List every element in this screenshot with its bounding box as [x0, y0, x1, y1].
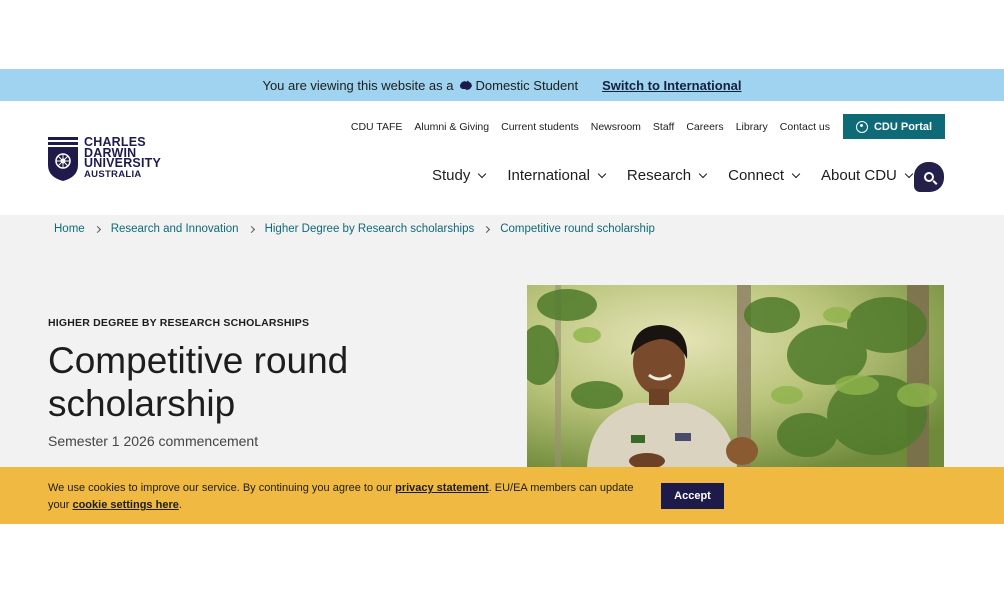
nav-item-label: Connect [728, 167, 784, 184]
utility-link-newsroom[interactable]: Newsroom [591, 121, 641, 133]
utility-link-alumni-giving[interactable]: Alumni & Giving [414, 121, 489, 133]
utility-nav: CDU TAFE Alumni & Giving Current student… [351, 121, 830, 133]
hero-section: Home Research and Innovation Higher Degr… [0, 215, 1004, 467]
page: You are viewing this website as a Domest… [0, 0, 1004, 591]
logo-wordmark: CHARLES DARWIN UNIVERSITY AUSTRALIA [84, 136, 162, 180]
breadcrumb-research-innovation[interactable]: Research and Innovation [111, 223, 239, 235]
page-subtitle: Semester 1 2026 commencement [48, 433, 259, 449]
search-button[interactable] [914, 162, 944, 192]
cookie-banner: We use cookies to improve our service. B… [0, 467, 1004, 524]
cookie-settings-link[interactable]: cookie settings here [72, 499, 178, 511]
australia-map-icon [459, 80, 472, 90]
utility-link-staff[interactable]: Staff [653, 121, 674, 133]
hero-image [527, 285, 944, 467]
breadcrumb-home[interactable]: Home [54, 223, 85, 235]
logo-line-4: AUSTRALIA [84, 168, 142, 180]
cookie-text-after: . [178, 499, 182, 511]
nav-item-label: Research [626, 167, 692, 184]
cookie-message: We use cookies to improve our service. B… [48, 480, 648, 514]
university-crest-icon [48, 137, 78, 181]
accept-cookies-button[interactable]: Accept [661, 483, 724, 509]
main-nav: Study International Research Connect Abo… [432, 167, 934, 184]
audience-current: Domestic Student [475, 77, 579, 93]
utility-link-library[interactable]: Library [736, 121, 768, 133]
chevron-down-icon [478, 169, 487, 179]
utility-link-current-students[interactable]: Current students [501, 121, 579, 133]
breadcrumb: Home Research and Innovation Higher Degr… [54, 223, 655, 235]
chevron-down-icon [597, 169, 607, 179]
nav-item-connect[interactable]: Connect [728, 167, 801, 184]
nav-item-research[interactable]: Research [626, 167, 708, 184]
utility-link-contact-us[interactable]: Contact us [780, 121, 830, 133]
chevron-right-icon [93, 225, 101, 233]
chevron-right-icon [483, 225, 491, 233]
cdu-portal-button[interactable]: CDU Portal [843, 114, 945, 139]
search-icon [924, 172, 934, 182]
site-header: CHARLES DARWIN UNIVERSITY AUSTRALIA CDU … [0, 101, 1004, 215]
hero-eyebrow: HIGHER DEGREE BY RESEARCH SCHOLARSHIPS [48, 317, 310, 329]
switch-to-international-link[interactable]: Switch to International [602, 78, 741, 93]
cdu-portal-label: CDU Portal [873, 120, 933, 133]
page-title: Competitive round scholarship [48, 340, 349, 424]
cdu-logo[interactable]: CHARLES DARWIN UNIVERSITY AUSTRALIA [48, 136, 162, 181]
hero-photo-illustration [527, 285, 944, 467]
chevron-right-icon [247, 225, 255, 233]
audience-status: You are viewing this website as a Domest… [262, 78, 578, 93]
breadcrumb-hdr-scholarships[interactable]: Higher Degree by Research scholarships [265, 223, 475, 235]
nav-item-about-cdu[interactable]: About CDU [821, 167, 914, 184]
nav-item-label: Study [432, 167, 471, 184]
chevron-down-icon [698, 169, 708, 179]
privacy-statement-link[interactable]: privacy statement [395, 482, 489, 494]
nav-item-study[interactable]: Study [432, 167, 487, 184]
breadcrumb-current[interactable]: Competitive round scholarship [500, 223, 655, 235]
cookie-text-before: We use cookies to improve our service. B… [48, 482, 396, 494]
user-circle-icon [855, 120, 868, 133]
nav-item-international[interactable]: International [507, 167, 607, 184]
utility-link-cdu-tafe[interactable]: CDU TAFE [351, 121, 403, 133]
logo-line-3: UNIVERSITY [84, 156, 162, 170]
nav-item-label: International [507, 167, 590, 184]
audience-bar: You are viewing this website as a Domest… [0, 69, 1004, 101]
chevron-down-icon [791, 169, 801, 179]
audience-prefix: You are viewing this website as a [262, 77, 454, 93]
nav-item-label: About CDU [821, 167, 897, 184]
chevron-down-icon [904, 169, 914, 179]
utility-link-careers[interactable]: Careers [686, 121, 723, 133]
